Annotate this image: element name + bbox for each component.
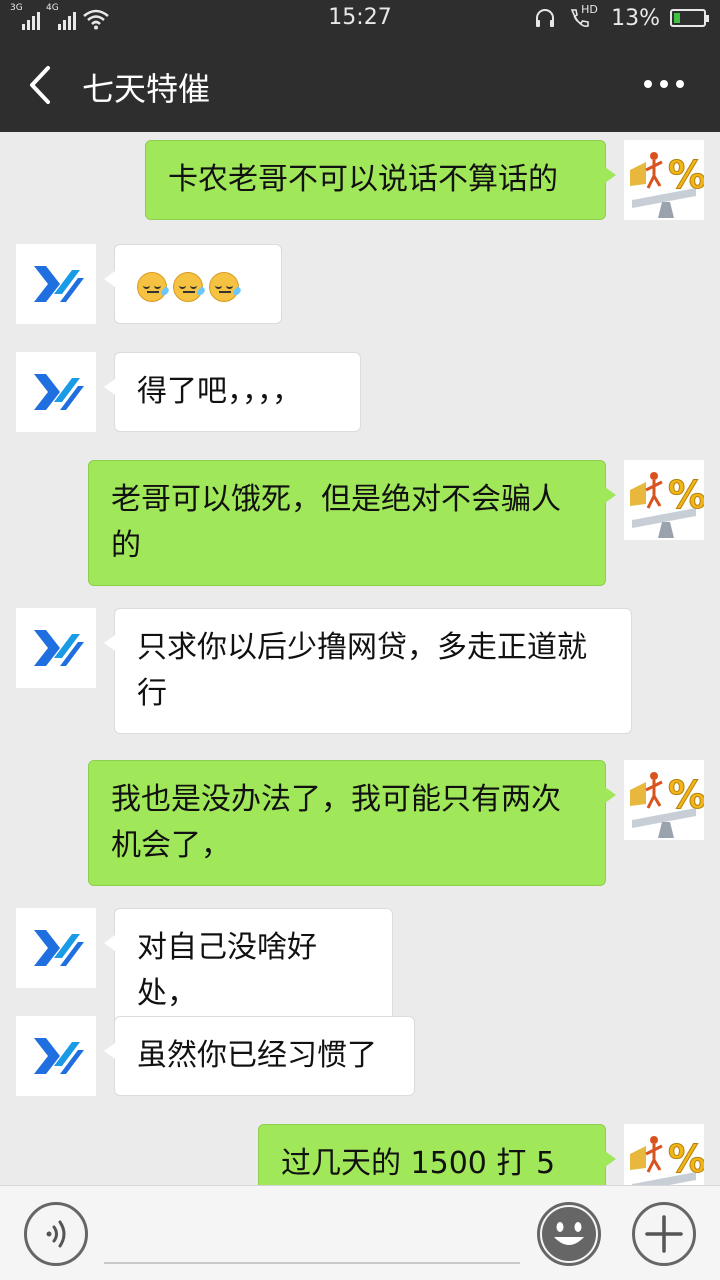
contact-avatar[interactable] xyxy=(16,352,96,432)
battery-percent: 13% xyxy=(611,5,660,31)
input-bar xyxy=(0,1185,720,1280)
hd-label: HD xyxy=(581,3,598,16)
my-avatar[interactable]: % xyxy=(624,140,704,220)
logo-y-icon xyxy=(16,244,96,324)
title-bar: 七天特催 xyxy=(0,38,720,132)
message-text: 得了吧，，，， xyxy=(137,374,302,409)
svg-text:%: % xyxy=(668,773,704,817)
contact-message-bubble[interactable]: 只求你以后少撸网贷，多走正道就行 xyxy=(104,608,632,734)
logo-y-icon xyxy=(16,352,96,432)
my-avatar[interactable]: % xyxy=(624,1124,704,1185)
message-list[interactable]: 卡农老哥不可以说话不算话的 % 得了吧，，，， 老哥可以饿死，但是绝对不会骗人的… xyxy=(0,132,720,1185)
message-text: 老哥可以饿死，但是绝对不会骗人的 xyxy=(111,482,561,563)
chat-title: 七天特催 xyxy=(82,70,211,108)
logo-y-icon xyxy=(16,1016,96,1096)
chevron-left-icon[interactable] xyxy=(22,60,62,110)
percent-figure-icon: % xyxy=(624,760,704,840)
message-text: 卡农老哥不可以说话不算话的 xyxy=(168,162,558,197)
percent-figure-icon: % xyxy=(624,140,704,220)
message-text: 我也是没办法了，我可能只有两次机会了， xyxy=(111,782,561,863)
emoji-icon xyxy=(542,1207,596,1261)
sweat-smile-emoji xyxy=(137,271,171,302)
message-text: 过几天的 1500 打 5 万 xyxy=(281,1146,556,1181)
my-message-bubble[interactable]: 我也是没办法了，我可能只有两次机会了， xyxy=(88,760,616,886)
percent-figure-icon: % xyxy=(624,460,704,540)
contact-message-bubble[interactable]: 虽然你已经习惯了 xyxy=(104,1016,415,1096)
my-avatar[interactable]: % xyxy=(624,460,704,540)
sweat-smile-emoji xyxy=(173,271,207,302)
hd-call-icon: HD xyxy=(567,3,601,31)
contact-avatar[interactable] xyxy=(16,244,96,324)
contact-avatar[interactable] xyxy=(16,1016,96,1096)
message-input[interactable] xyxy=(104,1204,520,1264)
logo-y-icon xyxy=(16,908,96,988)
plus-icon xyxy=(645,1215,683,1253)
battery-icon xyxy=(670,9,709,27)
plus-button[interactable] xyxy=(632,1202,696,1266)
my-message-bubble[interactable]: 卡农老哥不可以说话不算话的 xyxy=(145,140,616,220)
contact-message-bubble[interactable]: 得了吧，，，， xyxy=(104,352,361,432)
headset-icon xyxy=(536,9,555,27)
sweat-smile-emoji xyxy=(209,271,243,302)
emoji-button[interactable] xyxy=(537,1202,601,1266)
voice-input-icon xyxy=(46,1220,66,1248)
contact-avatar[interactable] xyxy=(16,908,96,988)
contact-avatar[interactable] xyxy=(16,608,96,688)
svg-text:%: % xyxy=(668,1137,704,1181)
svg-text:%: % xyxy=(668,153,704,197)
my-message-bubble[interactable]: 过几天的 1500 打 5 万 xyxy=(258,1124,616,1185)
logo-y-icon xyxy=(16,608,96,688)
percent-figure-icon: % xyxy=(624,1124,704,1185)
status-bar: 3G 4G 15:27 HD 13% xyxy=(0,0,720,38)
contact-message-bubble[interactable] xyxy=(104,244,282,324)
svg-text:%: % xyxy=(668,473,704,517)
message-text: 对自己没啥好处， xyxy=(137,930,317,1011)
message-text: 虽然你已经习惯了 xyxy=(137,1038,377,1073)
more-dots-icon[interactable] xyxy=(644,70,684,98)
voice-input-button[interactable] xyxy=(24,1202,88,1266)
message-text: 只求你以后少撸网贷，多走正道就行 xyxy=(137,630,587,711)
my-message-bubble[interactable]: 老哥可以饿死，但是绝对不会骗人的 xyxy=(88,460,616,586)
my-avatar[interactable]: % xyxy=(624,760,704,840)
